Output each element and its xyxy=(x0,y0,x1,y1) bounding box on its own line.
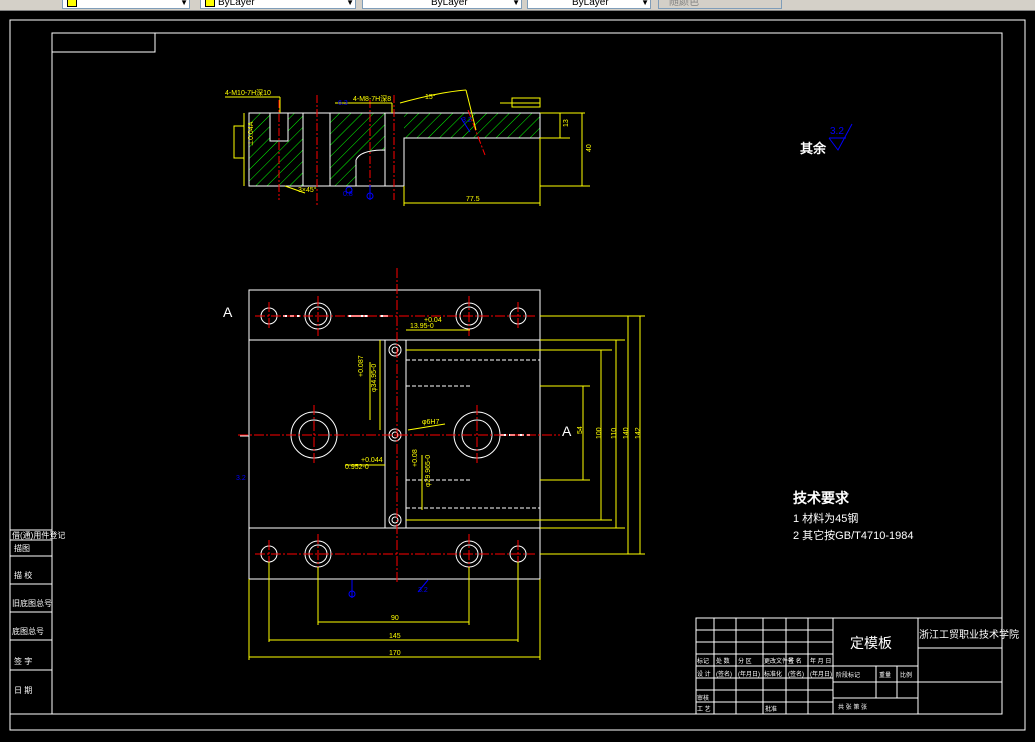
plotstyle-dropdown[interactable]: 随颜色 xyxy=(658,0,782,9)
tech-req-title: 技术要求 xyxy=(793,490,850,506)
dim-label: 145 xyxy=(389,633,401,640)
linetype-value: ByLayer xyxy=(431,0,468,8)
color-dropdown[interactable]: ByLayer ▼ xyxy=(200,0,356,9)
process-label: 工 艺 xyxy=(697,705,711,713)
dim-label: 100 xyxy=(596,427,603,439)
svg-text:6.3: 6.3 xyxy=(338,100,348,107)
sidebar-label: 签 字 xyxy=(14,656,32,666)
title-block: 定模板 浙江工贸职业技术学院 标记 处 数 分 区 更改文件号 签 名 年 月 … xyxy=(695,617,1019,715)
title-row-label: 签 名 xyxy=(788,657,802,665)
title-row-label: (签名) xyxy=(716,670,732,678)
sidebar-top-label: 借(通)用件登记 xyxy=(12,530,65,540)
dim-label: φ29.965-0 xyxy=(425,455,432,487)
dim-label: 40 xyxy=(586,144,593,152)
dim-label: 13 xyxy=(563,119,570,127)
color-swatch-icon xyxy=(205,0,215,8)
linetype-dropdown[interactable]: ByLayer ▼ xyxy=(362,0,522,9)
chevron-down-icon: ▼ xyxy=(641,0,649,7)
sidebar-label: 日 期 xyxy=(14,686,32,695)
title-row-label: 分 区 xyxy=(738,657,752,665)
layer-dropdown[interactable]: ▼ xyxy=(62,0,190,9)
review-label: 审核 xyxy=(697,694,709,702)
title-row-label: 年 月 日 xyxy=(810,657,831,665)
title-row-label: (签名) xyxy=(788,670,804,678)
dim-label: 140 xyxy=(623,427,630,439)
dim-label: 142 xyxy=(635,427,642,439)
sidebar-label: 描图 xyxy=(14,543,30,553)
section-view: ⊥0.04A 77.5 4-M10-7H深10 4-M8-7H深8 15° 3×… xyxy=(225,88,593,206)
plotstyle-value: 随颜色 xyxy=(669,0,699,8)
dim-label: φ6H7 xyxy=(422,419,439,426)
chevron-down-icon: ▼ xyxy=(346,0,354,7)
dim-label: 77.5 xyxy=(466,196,480,203)
title-row-label: 处 数 xyxy=(716,657,730,665)
dim-label: 110 xyxy=(611,428,618,439)
tech-requirements: 技术要求 1 材料为45钢 2 其它按GB/T4710-1984 xyxy=(793,490,913,542)
stage-label: 比例 xyxy=(900,671,912,679)
title-row-label: 设 计 xyxy=(697,670,711,678)
roughness-value: 3.2 xyxy=(830,126,844,137)
approve-label: 批准 xyxy=(765,705,777,713)
svg-text:3.2: 3.2 xyxy=(236,475,246,482)
part-name: 定模板 xyxy=(850,635,892,651)
layer-color-icon xyxy=(67,0,77,8)
dim-label: 13.95-0 xyxy=(410,323,434,330)
title-row-label: (年月日) xyxy=(738,670,760,678)
dim-label: 4-M8-7H深8 xyxy=(353,94,391,103)
dim-label: 170 xyxy=(389,650,401,657)
dim-label: +0.08 xyxy=(412,449,419,467)
dim-label: φ34.95-0 xyxy=(371,364,378,392)
section-label-a: A xyxy=(223,304,233,320)
title-row-label: 标记 xyxy=(697,657,709,665)
lineweight-dropdown[interactable]: ByLayer ▼ xyxy=(527,0,651,9)
color-value: ByLayer xyxy=(218,0,255,8)
tech-req-line: 2 其它按GB/T4710-1984 xyxy=(793,528,913,542)
stage-label: 阶段标记 xyxy=(836,671,860,679)
chevron-down-icon: ▼ xyxy=(512,0,520,7)
dim-label: 4-M10-7H深10 xyxy=(225,88,271,97)
stage-label: 重量 xyxy=(879,671,891,679)
dim-label: 54 xyxy=(577,426,584,434)
svg-text:0.8: 0.8 xyxy=(343,191,353,198)
roughness-label: 其余 xyxy=(800,141,827,156)
dim-label: +0.04 xyxy=(424,317,442,324)
dim-label: +0.087 xyxy=(358,355,365,377)
svg-text:⊥0.04A: ⊥0.04A xyxy=(248,121,255,146)
dim-label: 3×45° xyxy=(298,186,317,194)
svg-text:3.2: 3.2 xyxy=(418,587,428,594)
sidebar-label: 旧底图总号 xyxy=(12,598,52,608)
sheet-label: 共 张 第 张 xyxy=(838,703,867,711)
drawing-canvas[interactable]: 借(通)用件登记 描图 描 校 旧底图总号 底图总号 签 字 日 期 ⊥0.04… xyxy=(0,10,1035,742)
lineweight-value: ByLayer xyxy=(572,0,609,8)
plan-view: A A 90 145 170 54 100 110 140 142 13.95-… xyxy=(223,268,645,660)
section-label-a: A xyxy=(562,423,572,439)
svg-text:3.2: 3.2 xyxy=(462,117,472,124)
title-row-label: (年月日) xyxy=(810,670,832,678)
dim-label: 90 xyxy=(391,615,399,622)
dim-label: 15° xyxy=(425,93,436,101)
title-row-label: 标准化 xyxy=(764,670,782,678)
chevron-down-icon: ▼ xyxy=(180,0,188,7)
school-name: 浙江工贸职业技术学院 xyxy=(919,628,1019,641)
tech-req-line: 1 材料为45钢 xyxy=(793,511,858,525)
dim-label: +0.044 xyxy=(361,457,383,464)
sidebar-label: 底图总号 xyxy=(12,626,44,636)
sidebar-label: 描 校 xyxy=(14,570,32,580)
roughness-note: 其余 3.2 xyxy=(800,123,853,156)
dim-label: 0.952-0 xyxy=(345,464,369,471)
